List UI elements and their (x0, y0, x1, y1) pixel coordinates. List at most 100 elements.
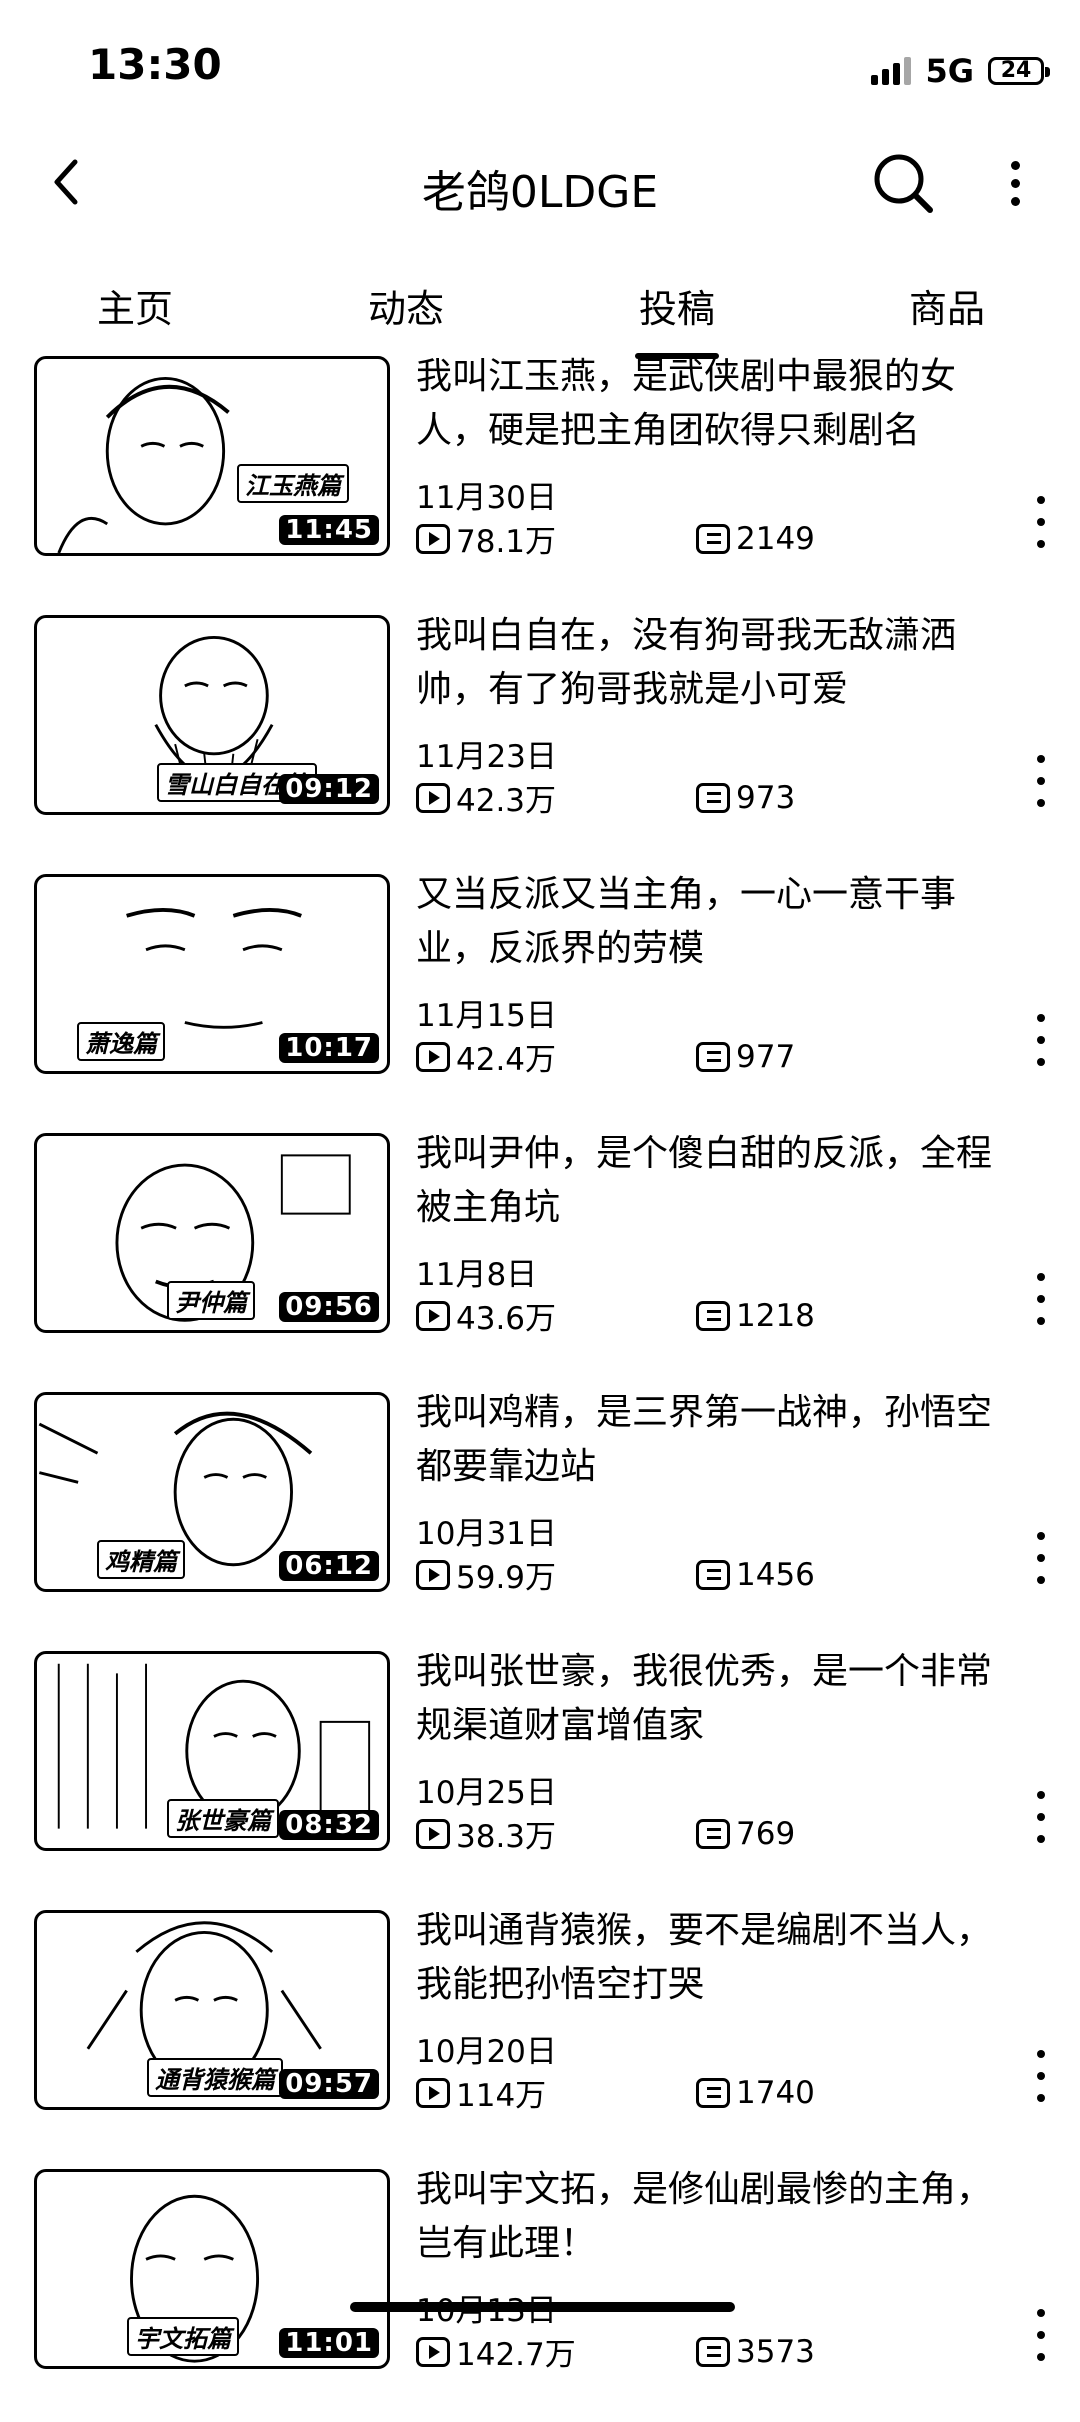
more-vertical-icon (1037, 1014, 1045, 1022)
video-title[interactable]: 我叫宇文拓，是修仙剧最惨的主角，岂有此理！ (416, 2163, 1026, 2271)
play-count-icon (416, 2336, 450, 2367)
comment-count: 977 (736, 1038, 796, 1075)
item-more-button[interactable] (1024, 1014, 1058, 1066)
comment-count: 973 (736, 779, 796, 816)
video-thumbnail[interactable]: 雪山白自在篇 09:12 (34, 615, 390, 815)
video-title[interactable]: 我叫通背猿猴，要不是编剧不当人，我能把孙悟空打哭 (416, 1904, 1026, 2012)
item-more-button[interactable] (1024, 755, 1058, 807)
item-more-button[interactable] (1024, 1273, 1058, 1325)
video-item[interactable]: 张世豪篇 08:32 我叫张世豪，我很优秀，是一个非常规渠道财富增值家 10月2… (0, 1645, 1080, 1904)
duration-badge: 09:12 (279, 774, 379, 804)
video-title[interactable]: 我叫张世豪，我很优秀，是一个非常规渠道财富增值家 (416, 1645, 1026, 1753)
more-vertical-icon (1037, 1273, 1045, 1281)
video-list: 江玉燕篇 11:45 我叫江玉燕，是武侠剧中最狠的女人，硬是把主角团砍得只剩剧名… (0, 350, 1080, 2422)
video-date: 10月20日 (416, 2034, 557, 2070)
comment-count: 2149 (736, 520, 815, 557)
view-count: 142.7万 (456, 2337, 576, 2373)
video-title[interactable]: 又当反派又当主角，一心一意干事业，反派界的劳模 (416, 868, 1026, 976)
comment-count: 1218 (736, 1297, 815, 1334)
more-options-button[interactable] (990, 150, 1040, 216)
video-thumbnail[interactable]: 尹仲篇 09:56 (34, 1133, 390, 1333)
video-date: 10月31日 (416, 1516, 557, 1552)
network-label: 5G (925, 52, 974, 90)
play-count-icon (416, 1559, 450, 1590)
search-button[interactable] (870, 150, 936, 216)
signal-icon (871, 57, 912, 85)
item-more-button[interactable] (1024, 1532, 1058, 1584)
video-thumbnail[interactable]: 张世豪篇 08:32 (34, 1651, 390, 1851)
duration-badge: 06:12 (279, 1551, 379, 1581)
comment-count: 3573 (736, 2333, 815, 2370)
video-thumbnail[interactable]: 鸡精篇 06:12 (34, 1392, 390, 1592)
battery-icon: 24 (988, 57, 1050, 85)
item-more-button[interactable] (1024, 2050, 1058, 2102)
duration-badge: 11:45 (279, 515, 379, 545)
video-title[interactable]: 我叫江玉燕，是武侠剧中最狠的女人，硬是把主角团砍得只剩剧名 (416, 350, 1026, 458)
duration-badge: 10:17 (279, 1033, 379, 1063)
view-count: 43.6万 (456, 1301, 557, 1337)
duration-badge: 09:56 (279, 1292, 379, 1322)
comment-count-icon (696, 1818, 730, 1849)
battery-level: 24 (1000, 58, 1032, 83)
more-dot-icon (1010, 160, 1020, 170)
video-title[interactable]: 我叫尹仲，是个傻白甜的反派，全程被主角坑 (416, 1127, 1026, 1235)
play-count-icon (416, 1041, 450, 1072)
duration-badge: 11:01 (279, 2328, 379, 2358)
tab-uploads[interactable]: 投稿 (587, 278, 767, 333)
play-count-icon (416, 1818, 450, 1849)
duration-badge: 09:57 (279, 2069, 379, 2099)
search-icon (874, 154, 933, 213)
comment-count-icon (696, 2077, 730, 2108)
video-stats: 142.7万 3573 (416, 2329, 815, 2374)
more-vertical-icon (1037, 755, 1045, 763)
view-count: 38.3万 (456, 1819, 557, 1855)
video-item[interactable]: 鸡精篇 06:12 我叫鸡精，是三界第一战神，孙悟空都要靠边站 10月31日 5… (0, 1386, 1080, 1645)
thumbnail-caption: 江玉燕篇 (237, 464, 349, 503)
more-vertical-icon (1037, 2309, 1045, 2317)
thumbnail-caption: 萧逸篇 (77, 1022, 165, 1061)
video-thumbnail[interactable]: 江玉燕篇 11:45 (34, 356, 390, 556)
more-vertical-icon (1037, 1532, 1045, 1540)
video-item[interactable]: 雪山白自在篇 09:12 我叫白自在，没有狗哥我无敌潇洒帅，有了狗哥我就是小可爱… (0, 609, 1080, 868)
video-date: 10月25日 (416, 1775, 557, 1811)
play-count-icon (416, 782, 450, 813)
comment-count-icon (696, 1559, 730, 1590)
more-vertical-icon (1037, 496, 1045, 504)
video-thumbnail[interactable]: 通背猿猴篇 09:57 (34, 1910, 390, 2110)
video-item[interactable]: 尹仲篇 09:56 我叫尹仲，是个傻白甜的反派，全程被主角坑 11月8日 43.… (0, 1127, 1080, 1386)
tab-activity[interactable]: 动态 (316, 278, 496, 333)
video-item[interactable]: 江玉燕篇 11:45 我叫江玉燕，是武侠剧中最狠的女人，硬是把主角团砍得只剩剧名… (0, 350, 1080, 609)
video-item[interactable]: 通背猿猴篇 09:57 我叫通背猿猴，要不是编剧不当人，我能把孙悟空打哭 10月… (0, 1904, 1080, 2163)
video-thumbnail[interactable]: 宇文拓篇 11:01 (34, 2169, 390, 2369)
home-indicator[interactable] (350, 2302, 735, 2312)
thumbnail-caption: 张世豪篇 (167, 1799, 279, 1838)
tab-bar: 主页 动态 投稿 商品 (0, 260, 1080, 350)
item-more-button[interactable] (1024, 496, 1058, 548)
comment-count-icon (696, 2336, 730, 2367)
tab-products[interactable]: 商品 (857, 278, 1037, 333)
view-count: 59.9万 (456, 1560, 557, 1596)
video-stats: 42.3万 973 (416, 775, 795, 820)
comment-count-icon (696, 782, 730, 813)
video-title[interactable]: 我叫白自在，没有狗哥我无敌潇洒帅，有了狗哥我就是小可爱 (416, 609, 1026, 717)
video-stats: 114万 1740 (416, 2070, 815, 2115)
comment-count-icon (696, 1300, 730, 1331)
video-thumbnail[interactable]: 萧逸篇 10:17 (34, 874, 390, 1074)
item-more-button[interactable] (1024, 1791, 1058, 1843)
play-count-icon (416, 523, 450, 554)
video-date: 11月15日 (416, 998, 557, 1034)
tab-home[interactable]: 主页 (45, 278, 225, 333)
video-stats: 38.3万 769 (416, 1811, 795, 1856)
thumbnail-caption: 尹仲篇 (167, 1281, 255, 1320)
video-item[interactable]: 宇文拓篇 11:01 我叫宇文拓，是修仙剧最惨的主角，岂有此理！ 10月13日 … (0, 2163, 1080, 2422)
status-time: 13:30 (88, 40, 222, 89)
status-indicators: 5G 24 (871, 52, 1050, 90)
video-stats: 42.4万 977 (416, 1034, 795, 1079)
video-title[interactable]: 我叫鸡精，是三界第一战神，孙悟空都要靠边站 (416, 1386, 1026, 1494)
view-count: 78.1万 (456, 524, 557, 560)
video-date: 11月30日 (416, 480, 557, 516)
video-date: 11月23日 (416, 739, 557, 775)
item-more-button[interactable] (1024, 2309, 1058, 2361)
video-item[interactable]: 萧逸篇 10:17 又当反派又当主角，一心一意干事业，反派界的劳模 11月15日… (0, 868, 1080, 1127)
video-stats: 43.6万 1218 (416, 1293, 815, 1338)
